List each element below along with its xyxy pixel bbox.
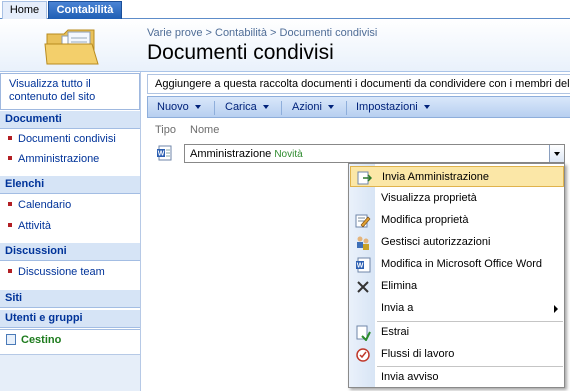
recycle-bin-link[interactable]: Cestino [0, 329, 140, 353]
edit-properties-icon [355, 214, 371, 228]
nav-item-label: Amministrazione [18, 153, 100, 165]
menu-item-delete[interactable]: Elimina [350, 276, 564, 297]
menu-item-edit-properties[interactable]: Modifica proprietà [350, 210, 564, 231]
word-icon: W [356, 257, 371, 273]
new-badge: Novità [274, 149, 303, 160]
bullet-icon [8, 136, 12, 141]
dropdown-arrow-icon [262, 105, 269, 110]
list-toolbar: Nuovo Carica Azioni Impostazioni [147, 96, 570, 118]
actions-menu-button[interactable]: Azioni [292, 100, 334, 115]
document-item-menu[interactable]: Amministrazione Novità [184, 144, 565, 163]
nav-item-documenti-condivisi[interactable]: Documenti condivisi [0, 130, 140, 148]
breadcrumb-item[interactable]: Contabilità [215, 27, 267, 39]
nav-section-elenchi[interactable]: Elenchi [0, 175, 140, 194]
menu-item-label: Modifica proprietà [381, 214, 469, 226]
column-header-name[interactable]: Nome [190, 124, 219, 136]
menu-item-workflows[interactable]: Flussi di lavoro [350, 344, 564, 365]
document-name-label: Amministrazione [190, 148, 272, 160]
quick-launch: Visualizza tutto il contenuto del sito D… [0, 72, 141, 391]
nav-item-label: Calendario [18, 199, 72, 211]
menu-item-label: Invia Amministrazione [382, 171, 489, 183]
nav-item-amministrazione[interactable]: Amministrazione [0, 150, 140, 168]
toolbar-label: Azioni [292, 101, 322, 113]
nav-item-attivita[interactable]: Attività [0, 217, 140, 235]
delete-icon [357, 281, 369, 293]
menu-item-view-properties[interactable]: Visualizza proprietà [350, 188, 564, 209]
breadcrumb-item[interactable]: Documenti condivisi [280, 27, 378, 39]
menu-item-label: Elimina [381, 280, 418, 292]
dropdown-arrow-icon [327, 105, 334, 110]
menu-item-alert-me[interactable]: Invia avviso [350, 367, 564, 388]
menu-item-check-out[interactable]: Estrai [350, 322, 564, 343]
svg-text:W: W [158, 151, 165, 158]
folder-icon [44, 29, 99, 65]
checkout-icon [356, 325, 371, 341]
menu-item-label: Invia a [381, 302, 414, 314]
nav-item-calendario[interactable]: Calendario [0, 196, 140, 214]
column-header-type[interactable]: Tipo [155, 124, 176, 136]
library-description: Aggiungere a questa raccolta documenti i… [147, 74, 570, 94]
menu-item-label: Modifica in Microsoft Office Word [381, 258, 542, 270]
breadcrumb-separator: > [270, 27, 277, 39]
bullet-icon [8, 202, 12, 207]
item-dropdown-button[interactable] [549, 145, 564, 162]
toolbar-label: Impostazioni [356, 101, 418, 113]
item-context-menu: Invia Amministrazione Visualizza proprie… [348, 163, 565, 388]
toolbar-label: Nuovo [157, 101, 189, 113]
menu-item-label: Visualizza proprietà [381, 192, 477, 204]
bullet-icon [8, 223, 12, 228]
upload-menu-button[interactable]: Carica [225, 100, 269, 115]
breadcrumb-item[interactable]: Varie prove [147, 27, 202, 39]
nav-item-discussione-team[interactable]: Discussione team [0, 263, 140, 281]
workflow-icon [356, 348, 370, 362]
site-header: Varie prove > Contabilità > Documenti co… [0, 19, 570, 72]
breadcrumb-separator: > [205, 27, 212, 39]
bullet-icon [8, 156, 12, 161]
menu-item-label: Flussi di lavoro [381, 348, 455, 360]
toolbar-label: Carica [225, 101, 257, 113]
nav-footer [0, 354, 140, 391]
page-title: Documenti condivisi [147, 41, 334, 64]
send-icon [357, 171, 372, 185]
menu-item-label: Gestisci autorizzazioni [381, 236, 491, 248]
settings-menu-button[interactable]: Impostazioni [356, 100, 430, 115]
bullet-icon [8, 269, 12, 274]
top-nav-bar: Home Contabilità [0, 0, 570, 19]
menu-item-send-to-amministrazione[interactable]: Invia Amministrazione [350, 166, 564, 187]
menu-item-manage-permissions[interactable]: Gestisci autorizzazioni [350, 232, 564, 253]
nav-section-utenti-gruppi[interactable]: Utenti e gruppi [0, 309, 140, 328]
menu-item-label: Estrai [381, 326, 410, 338]
nav-section-discussioni[interactable]: Discussioni [0, 242, 140, 261]
nav-item-label: Discussione team [18, 266, 105, 278]
nav-item-label: Documenti condivisi [18, 133, 116, 145]
recycle-bin-label: Cestino [21, 334, 62, 346]
document-name[interactable]: Amministrazione Novità [190, 148, 303, 160]
nav-item-label: Attività [18, 220, 52, 232]
tab-contabilita[interactable]: Contabilità [48, 1, 122, 19]
word-document-icon: W [157, 145, 172, 161]
nav-section-siti[interactable]: Siti [0, 289, 140, 308]
view-all-content-link[interactable]: Visualizza tutto il contenuto del sito [0, 73, 140, 110]
toolbar-separator [281, 101, 282, 115]
toolbar-separator [214, 101, 215, 115]
toolbar-separator [346, 101, 347, 115]
breadcrumb: Varie prove > Contabilità > Documenti co… [147, 27, 377, 39]
menu-item-label: Invia avviso [381, 371, 439, 383]
new-menu-button[interactable]: Nuovo [157, 100, 201, 115]
submenu-arrow-icon [554, 305, 558, 313]
tab-home[interactable]: Home [2, 1, 47, 19]
dropdown-arrow-icon [423, 105, 430, 110]
svg-text:W: W [357, 263, 364, 270]
recycle-bin-icon [6, 334, 16, 345]
dropdown-arrow-icon [194, 105, 201, 110]
menu-item-send-to[interactable]: Invia a [350, 298, 564, 319]
nav-section-documenti[interactable]: Documenti [0, 110, 140, 129]
menu-item-edit-in-word[interactable]: W Modifica in Microsoft Office Word [350, 254, 564, 275]
permissions-icon [357, 236, 369, 250]
